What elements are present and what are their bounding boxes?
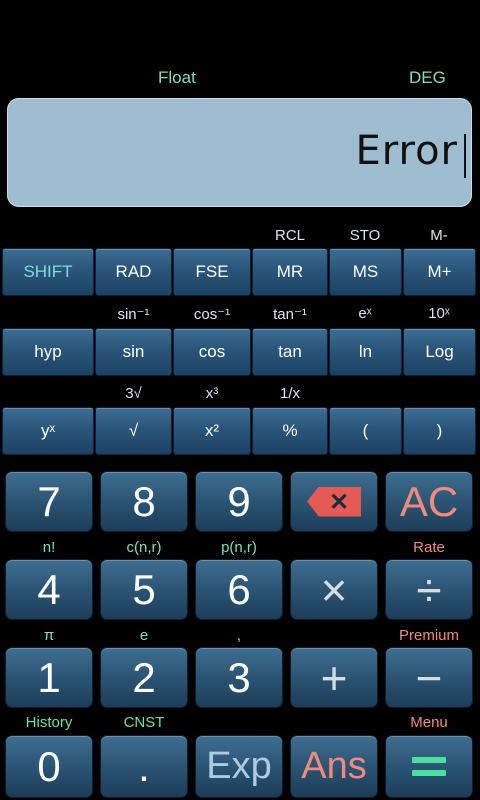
- digit-4-button[interactable]: 4: [5, 559, 93, 620]
- ten-pow-shift-label: 10ˣ: [428, 305, 450, 322]
- digit-9-button[interactable]: 9: [195, 471, 283, 532]
- factorial-shift-label: n!: [42, 539, 56, 556]
- digit-0-button[interactable]: 0: [5, 735, 93, 798]
- digit-8-button[interactable]: 8: [100, 471, 188, 532]
- display-value: Error: [355, 128, 458, 174]
- ans-button[interactable]: Ans: [290, 735, 378, 798]
- premium-label: Premium: [398, 627, 459, 644]
- equals-button[interactable]: [385, 735, 473, 798]
- history-label: History: [25, 714, 73, 731]
- calculator-display: Error: [7, 98, 472, 207]
- shift-button[interactable]: SHIFT: [2, 248, 94, 296]
- divide-button[interactable]: ÷: [385, 559, 473, 620]
- cube-shift-label: x³: [205, 385, 219, 402]
- sqrt-button[interactable]: √: [95, 407, 172, 455]
- open-paren-button[interactable]: (: [329, 407, 402, 455]
- cos-button[interactable]: cos: [173, 328, 251, 376]
- hyp-button[interactable]: hyp: [2, 328, 94, 376]
- mr-button[interactable]: MR: [252, 248, 328, 296]
- exp-button[interactable]: Exp: [195, 735, 283, 798]
- all-clear-button[interactable]: AC: [385, 471, 473, 532]
- add-button[interactable]: +: [290, 647, 378, 708]
- digit-6-button[interactable]: 6: [195, 559, 283, 620]
- atan-shift-label: tan⁻¹: [273, 306, 307, 323]
- cube-root-shift-label: 3√: [125, 385, 142, 402]
- multiply-button[interactable]: ×: [290, 559, 378, 620]
- ln-button[interactable]: ln: [329, 328, 402, 376]
- rate-label: Rate: [413, 539, 445, 556]
- digit-3-button[interactable]: 3: [195, 647, 283, 708]
- acos-shift-label: cos⁻¹: [193, 306, 231, 323]
- digit-7-button[interactable]: 7: [5, 471, 93, 532]
- digit-1-button[interactable]: 1: [5, 647, 93, 708]
- comma-shift-label: ,: [236, 627, 242, 644]
- digit-2-button[interactable]: 2: [100, 647, 188, 708]
- reciprocal-shift-label: 1/x: [279, 385, 300, 402]
- backspace-icon: ✕: [307, 486, 361, 517]
- close-paren-button[interactable]: ): [403, 407, 476, 455]
- subtract-button[interactable]: −: [385, 647, 473, 708]
- equals-icon: [412, 750, 446, 783]
- combination-shift-label: c(n,r): [126, 539, 162, 556]
- permutation-shift-label: p(n,r): [221, 539, 257, 556]
- e-shift-label: e: [139, 627, 149, 644]
- m-plus-button[interactable]: M+: [403, 248, 476, 296]
- menu-label: Menu: [410, 714, 448, 731]
- ms-button[interactable]: MS: [329, 248, 402, 296]
- power-button[interactable]: yˣ: [2, 407, 94, 455]
- rcl-shift-label: RCL: [274, 227, 305, 244]
- angle-mode-indicator: DEG: [409, 68, 446, 87]
- square-button[interactable]: x²: [173, 407, 251, 455]
- decimal-point-button[interactable]: .: [100, 735, 188, 798]
- delete-button[interactable]: ✕: [290, 471, 378, 532]
- m-minus-shift-label: M-: [430, 227, 448, 244]
- pi-shift-label: π: [43, 627, 55, 644]
- asin-shift-label: sin⁻¹: [117, 306, 150, 323]
- digit-5-button[interactable]: 5: [100, 559, 188, 620]
- rad-button[interactable]: RAD: [95, 248, 172, 296]
- exp-shift-label: eˣ: [358, 305, 372, 322]
- sto-shift-label: STO: [349, 227, 381, 244]
- text-cursor: [464, 134, 466, 178]
- fse-button[interactable]: FSE: [173, 248, 251, 296]
- sin-button[interactable]: sin: [95, 328, 172, 376]
- percent-button[interactable]: %: [252, 407, 328, 455]
- float-mode-indicator: Float: [158, 68, 196, 87]
- log-button[interactable]: Log: [403, 328, 476, 376]
- tan-button[interactable]: tan: [252, 328, 328, 376]
- constants-label: CNST: [123, 714, 165, 731]
